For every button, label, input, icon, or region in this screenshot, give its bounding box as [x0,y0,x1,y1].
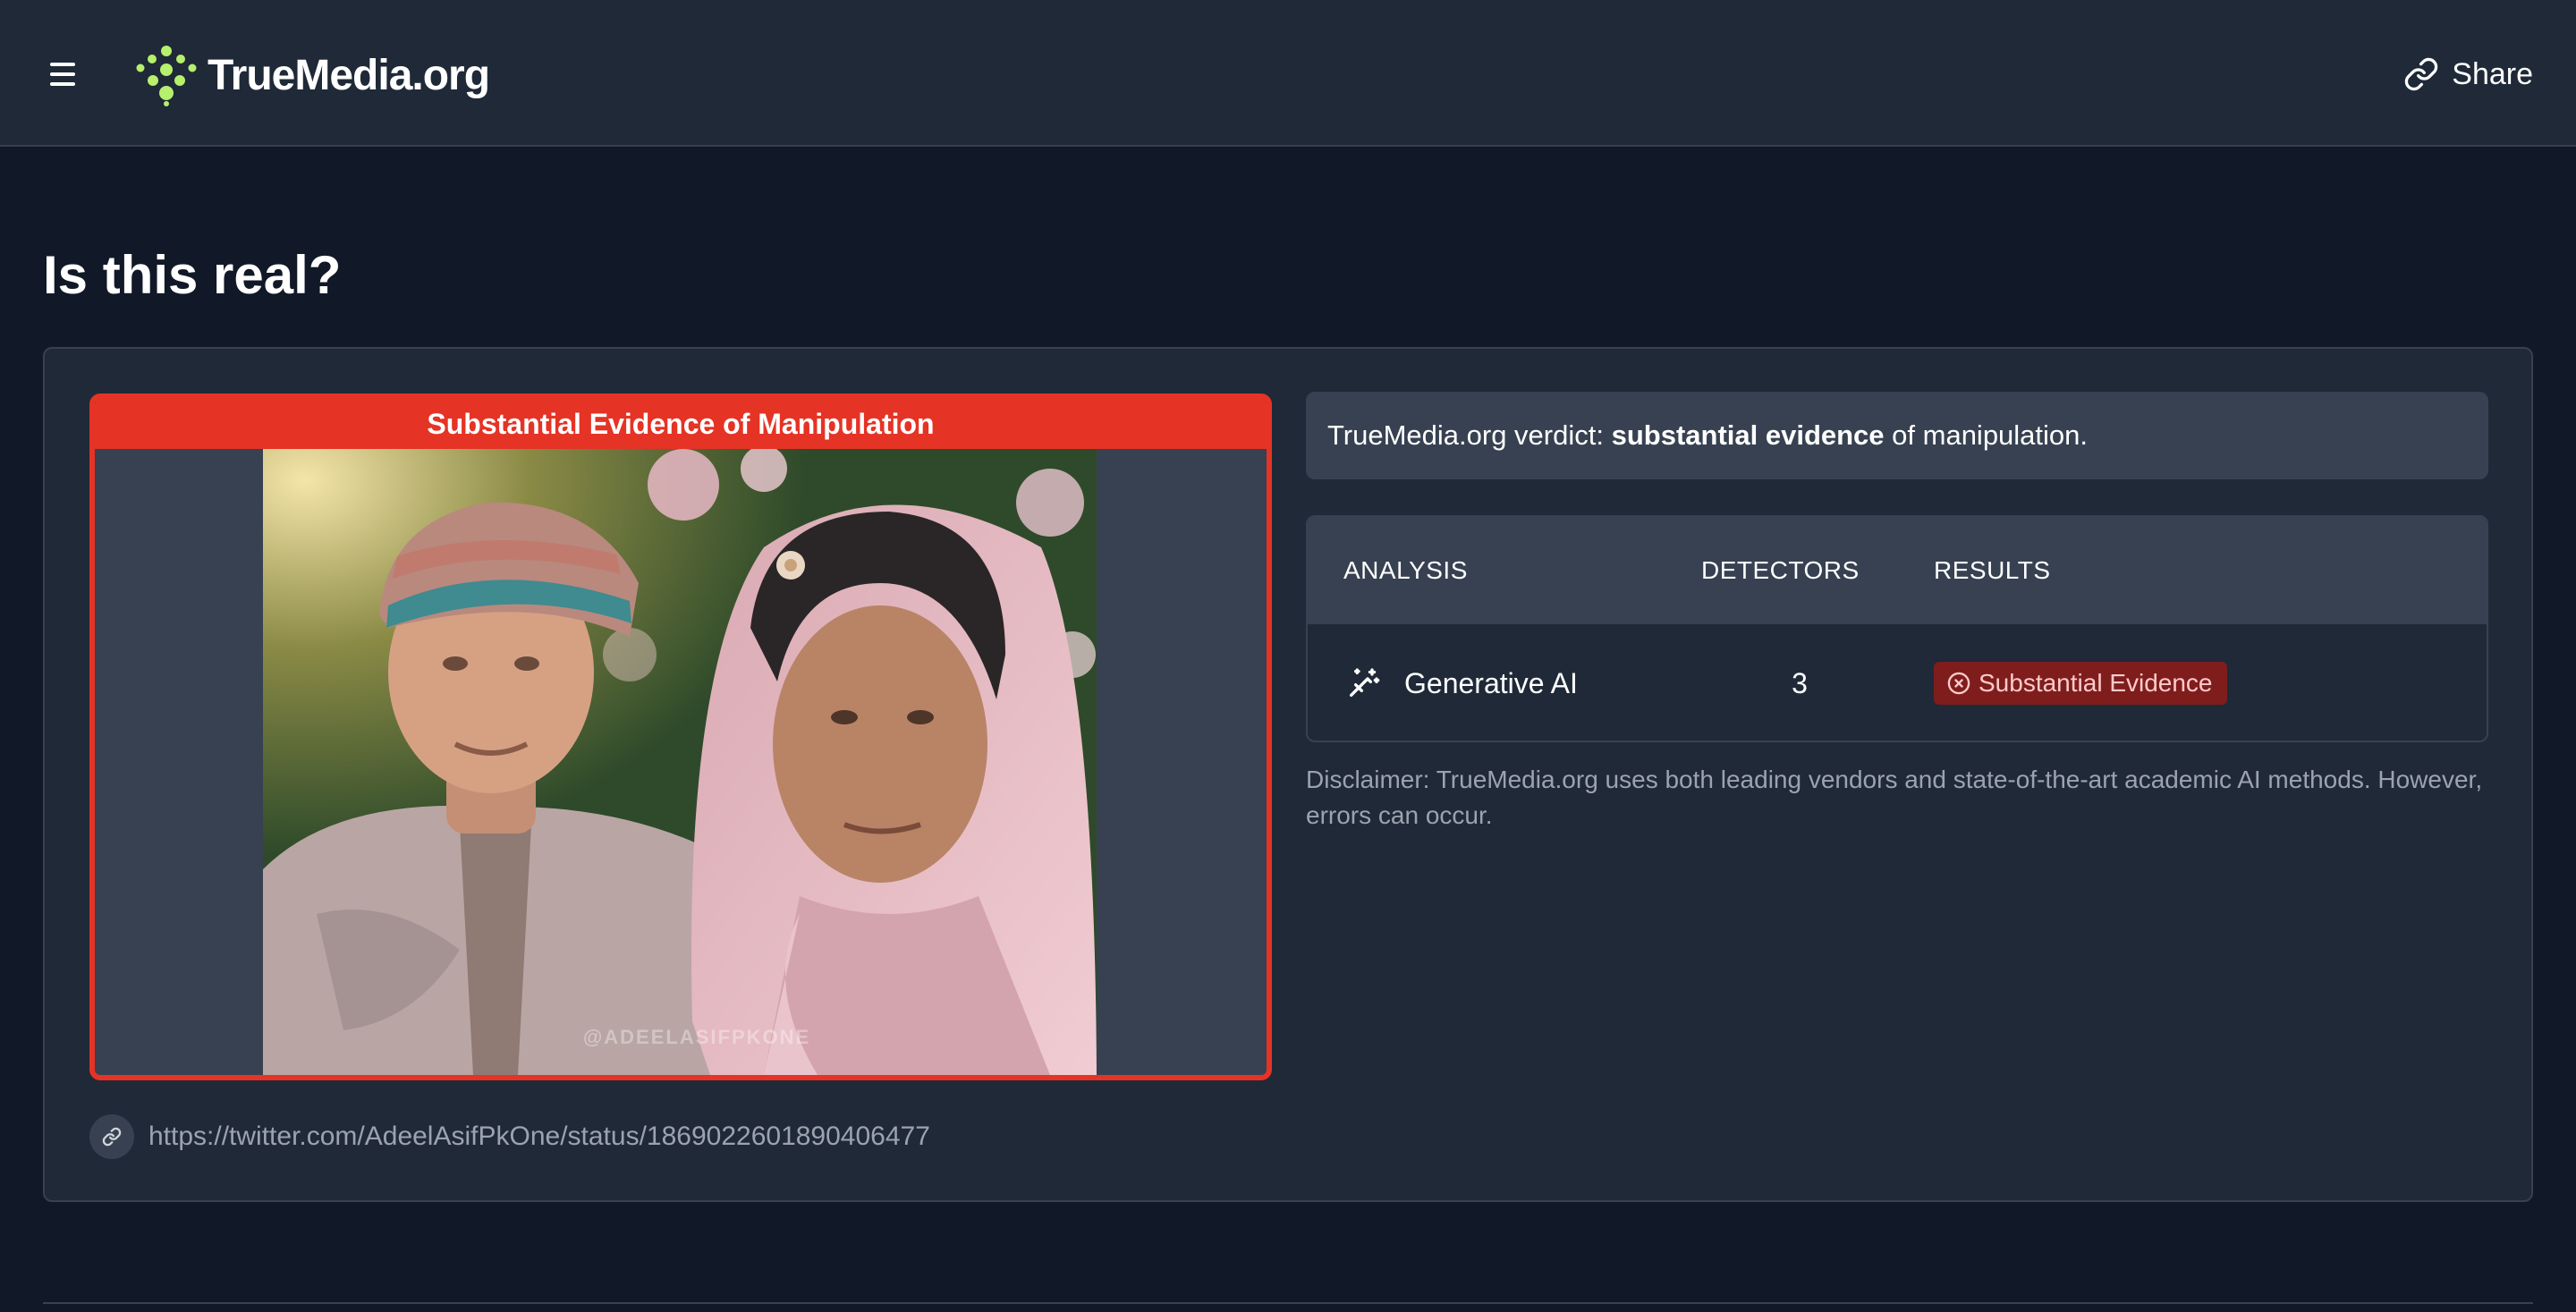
table-header: ANALYSIS DETECTORS RESULTS [1308,517,2487,624]
link-icon [2405,57,2438,91]
media-preview: Substantial Evidence of Manipulation @AD… [89,394,1272,1080]
manipulation-banner: Substantial Evidence of Manipulation [95,399,1267,449]
logo-link[interactable]: TrueMedia.org [134,43,490,107]
x-circle-icon [1947,672,1970,695]
image-watermark: @ADEELASIFPKONE [583,1026,810,1048]
results-cell: Substantial Evidence [1934,624,2227,741]
section-divider [43,1302,2533,1304]
disclaimer-text: Disclaimer: TrueMedia.org uses both lead… [1306,766,2483,829]
link-icon [89,1114,134,1159]
source-url-link[interactable]: https://twitter.com/AdeelAsifPkOne/statu… [89,1114,930,1159]
verdict-summary: TrueMedia.org verdict: substantial evide… [1306,392,2488,479]
verdict-suffix: of manipulation. [1884,419,2089,451]
result-card: Substantial Evidence of Manipulation @AD… [43,347,2533,1202]
logo-dots-icon [136,46,197,106]
analysis-table: ANALYSIS DETECTORS RESULTS Generative AI… [1306,515,2488,742]
table-row[interactable]: Generative AI 3 Substantial Evidence [1308,624,2487,741]
share-label: Share [2452,56,2533,91]
menu-icon[interactable] [47,59,82,89]
analyzed-image[interactable]: @ADEELASIFPKONE [263,449,1097,1075]
result-badge[interactable]: Substantial Evidence [1934,662,2227,705]
share-button[interactable]: Share [2403,52,2533,97]
verdict-emphasis: substantial evidence [1611,419,1885,451]
result-label: Substantial Evidence [1979,669,2213,697]
detectors-count: 3 [1792,666,1808,699]
column-header-detectors: DETECTORS [1701,556,1860,584]
magic-wand-icon [1350,668,1380,697]
column-header-analysis: ANALYSIS [1343,556,1468,584]
brand-name: TrueMedia.org [208,51,490,99]
analysis-name: Generative AI [1404,666,1578,699]
verdict-prefix: TrueMedia.org verdict: [1327,419,1612,451]
page-title: Is this real? [43,245,342,305]
analysis-cell: Generative AI [1345,624,1578,741]
column-header-results: RESULTS [1934,556,2051,584]
top-nav-bar: TrueMedia.org Share [0,0,2576,147]
source-url-text[interactable]: https://twitter.com/AdeelAsifPkOne/statu… [148,1122,930,1152]
